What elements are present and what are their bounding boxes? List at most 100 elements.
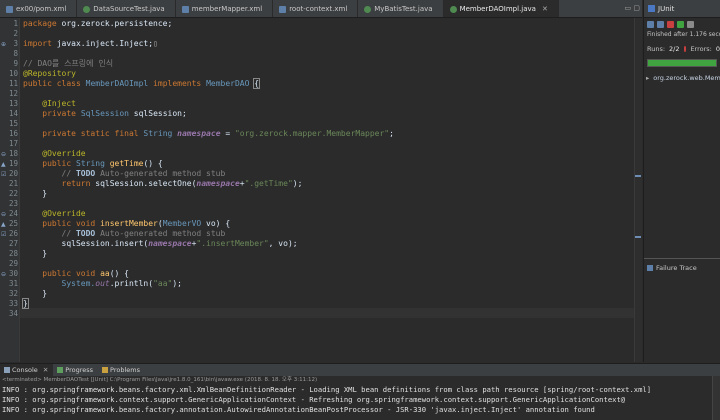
console-log-line: INFO : org.springframework.beans.factory…: [2, 385, 652, 394]
task-overview-mark[interactable]: [635, 236, 641, 238]
failure-trace-header: Failure Trace: [644, 262, 720, 274]
line-number: 17: [8, 139, 18, 148]
line-number: 12: [8, 89, 18, 98]
test-tree-item[interactable]: ▸org.zerock.web.MemberDAOTest: [644, 73, 720, 83]
tab-label: root-context.xml: [289, 5, 348, 13]
code-line: private static final String namespace = …: [42, 129, 394, 138]
code-line: public void aa() {: [42, 269, 129, 278]
show-failures-only-icon[interactable]: [667, 20, 674, 28]
java-file-icon: [449, 5, 457, 13]
line-number: 28: [8, 249, 18, 258]
line-number: 23: [8, 199, 18, 208]
code-line: private SqlSession sqlSession;: [42, 109, 187, 118]
tab-root-context-xml[interactable]: root-context.xml: [273, 0, 359, 17]
errors-icon: [683, 46, 687, 52]
fold-collapse-icon[interactable]: ⊖: [1, 271, 6, 278]
tab-memberdaoimpl-java[interactable]: MemberDAOImpl.java ✕: [443, 0, 559, 17]
code-line: }: [42, 289, 48, 298]
tab-label: memberMapper.xml: [191, 5, 263, 13]
junit-tab-label: JUnit: [658, 4, 675, 13]
line-number: 11: [8, 79, 18, 88]
override-marker-icon: ▲: [1, 221, 6, 228]
history-icon[interactable]: [687, 20, 694, 28]
code-editor[interactable]: 1 2 3 ⊕ 8 9 10 11 12 13 14 15 16 17 18 ⊖…: [0, 18, 642, 362]
line-number: 2: [13, 29, 18, 38]
runs-label: Runs:: [647, 45, 666, 53]
code-line: package org.zerock.persistence;: [23, 19, 173, 28]
overview-ruler[interactable]: [634, 18, 642, 362]
tab-console[interactable]: Console ✕: [0, 364, 54, 376]
line-number: 14: [8, 109, 18, 118]
code-line: import javax.inject.Inject;▯: [23, 39, 158, 48]
code-line: return sqlSession.selectOne(namespace+".…: [61, 179, 303, 188]
test-item-label: org.zerock.web.MemberDAOTest: [653, 74, 720, 82]
console-panel: Console ✕ Progress Problems <terminated> …: [0, 363, 720, 420]
next-failure-icon[interactable]: [647, 20, 654, 28]
tab-label: ex00/pom.xml: [16, 5, 67, 13]
line-number: 29: [8, 259, 18, 268]
tab-progress[interactable]: Progress: [53, 364, 98, 376]
code-line: @Override: [42, 149, 86, 158]
xml-file-icon: [279, 5, 287, 13]
line-number: 21: [8, 179, 18, 188]
tab-pom-xml[interactable]: ex00/pom.xml: [0, 0, 78, 17]
tab-label: Console: [12, 366, 38, 374]
code-line: }: [22, 298, 29, 309]
console-log-line: INFO : org.springframework.beans.factory…: [2, 405, 595, 414]
code-line: // TODO Auto-generated method stub: [61, 229, 226, 238]
line-number: 8: [13, 49, 18, 58]
stack-trace-icon: [647, 265, 653, 271]
rerun-icon[interactable]: [677, 20, 684, 28]
xml-file-icon: [181, 5, 189, 13]
errors-label: Errors:: [690, 45, 712, 53]
tab-label: DataSourceTest.java: [93, 5, 165, 13]
code-line: @Override: [42, 209, 86, 218]
task-marker-icon: ☑: [1, 231, 7, 238]
panel-divider[interactable]: [644, 258, 720, 259]
tab-label: MyBatisTest.java: [374, 5, 433, 13]
line-number: 16: [8, 129, 18, 138]
console-icon: [4, 367, 10, 373]
code-line: System.out.println("aa");: [61, 279, 182, 288]
code-line: public String getTime() {: [42, 159, 163, 168]
tab-label: Progress: [65, 366, 94, 374]
fold-expand-icon[interactable]: ⊕: [1, 41, 6, 48]
tab-mybatistest-java[interactable]: MyBatisTest.java: [358, 0, 444, 17]
junit-icon: [648, 5, 655, 12]
tab-label: Problems: [110, 366, 140, 374]
java-file-icon: [364, 5, 372, 13]
fold-collapse-icon[interactable]: ⊖: [1, 151, 6, 158]
java-file-icon: [83, 5, 91, 13]
code-line: // DAO를 스프링에 인식: [23, 59, 114, 68]
previous-failure-icon[interactable]: [657, 20, 664, 28]
line-number: 13: [8, 99, 18, 108]
console-log-line: INFO : org.springframework.context.suppo…: [2, 395, 626, 404]
tab-datasourcetest-java[interactable]: DataSourceTest.java: [77, 0, 176, 17]
tab-problems[interactable]: Problems: [98, 364, 145, 376]
fold-collapse-icon[interactable]: ⊖: [1, 211, 6, 218]
console-terminated-status: <terminated> MemberDAOTest [JUnit] C:\Pr…: [2, 377, 318, 383]
junit-progress-bar: [647, 59, 717, 67]
line-number: 9: [13, 59, 18, 68]
task-overview-mark[interactable]: [635, 175, 641, 177]
close-tab-icon[interactable]: ✕: [43, 366, 48, 374]
line-number: 27: [8, 239, 18, 248]
line-number: 1: [13, 19, 18, 28]
close-tab-icon[interactable]: ✕: [542, 5, 548, 13]
tab-membermapper-xml[interactable]: memberMapper.xml: [176, 0, 274, 17]
console-scrollbar[interactable]: [712, 376, 720, 420]
line-number: 32: [8, 289, 18, 298]
junit-finished-text: Finished after 1.176 seconds: [647, 31, 720, 38]
line-number: 34: [8, 309, 18, 318]
junit-toolbar: [644, 18, 720, 30]
code-line: @Inject: [42, 99, 76, 108]
code-line: sqlSession.insert(namespace+".insertMemb…: [61, 239, 298, 248]
junit-counts: Runs: 2/2 Errors: 0: [644, 42, 720, 56]
editor-tab-strip: ex00/pom.xml DataSourceTest.java memberM…: [0, 0, 642, 18]
errors-value: 0: [715, 45, 720, 53]
console-tab-strip: Console ✕ Progress Problems: [0, 364, 720, 376]
tab-junit[interactable]: JUnit: [644, 0, 720, 18]
minimize-maximize-icon[interactable]: ▭ ▢: [625, 4, 640, 12]
junit-panel: JUnit Finished after 1.176 seconds Runs:…: [643, 0, 720, 362]
override-marker-icon: ▲: [1, 161, 6, 168]
